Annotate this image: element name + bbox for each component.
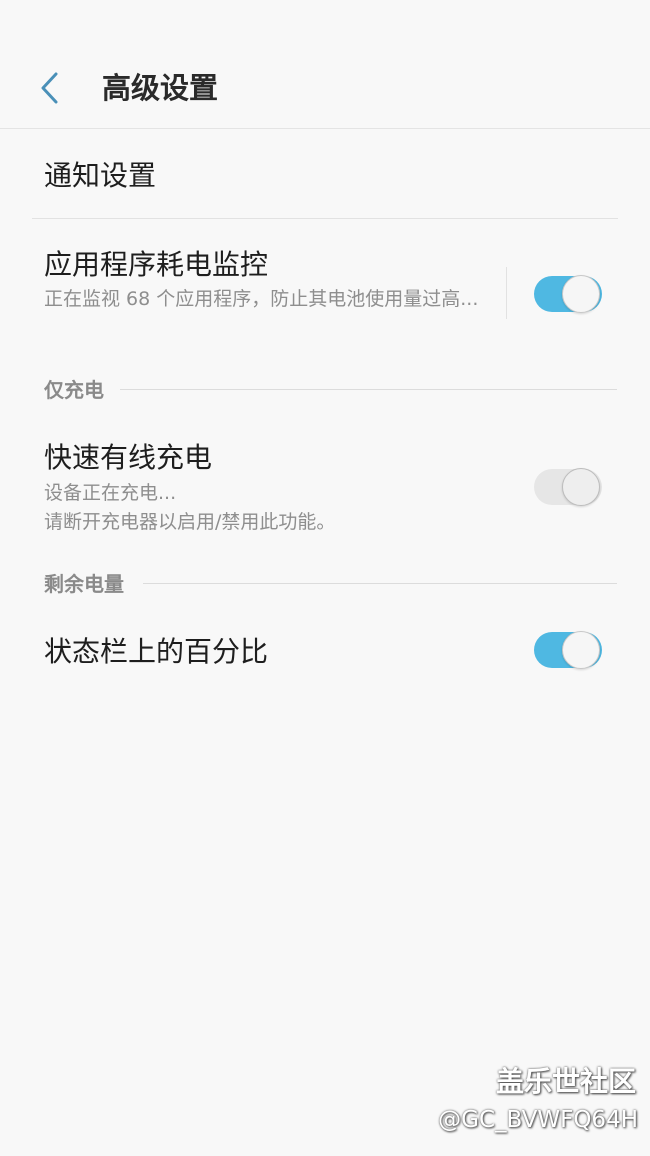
fast-charging-toggle[interactable]	[534, 468, 602, 506]
toggle-knob	[562, 275, 600, 313]
app-power-monitor-toggle[interactable]	[534, 275, 602, 313]
section-header-remaining-power: 剩余电量	[44, 572, 124, 596]
app-power-monitor-label: 应用程序耗电监控	[44, 248, 269, 281]
chevron-left-icon	[41, 72, 58, 104]
app-bar: 高级设置	[0, 0, 650, 129]
status-bar-percentage-toggle[interactable]	[534, 631, 602, 669]
divider	[32, 218, 618, 219]
vertical-divider	[506, 267, 507, 319]
watermark-brand: 盖乐世社区	[495, 1065, 636, 1098]
fast-charging-status: 设备正在充电...	[44, 482, 177, 504]
page-title: 高级设置	[102, 71, 219, 105]
section-divider	[120, 389, 617, 390]
app-power-monitor-description: 正在监视 68 个应用程序，防止其电池使用量过高...	[44, 288, 479, 310]
fast-charging-hint: 请断开充电器以启用/禁用此功能。	[44, 511, 336, 533]
notification-settings-label: 通知设置	[44, 159, 157, 192]
back-button[interactable]	[30, 66, 70, 110]
fast-charging-label: 快速有线充电	[44, 441, 213, 474]
section-header-charging-only: 仅充电	[44, 378, 104, 402]
section-divider	[143, 583, 617, 584]
toggle-knob	[562, 468, 600, 506]
toggle-knob	[562, 631, 600, 669]
status-bar-percentage-label: 状态栏上的百分比	[44, 635, 269, 668]
watermark-username: @GC_BVWFQ64H	[438, 1107, 638, 1133]
